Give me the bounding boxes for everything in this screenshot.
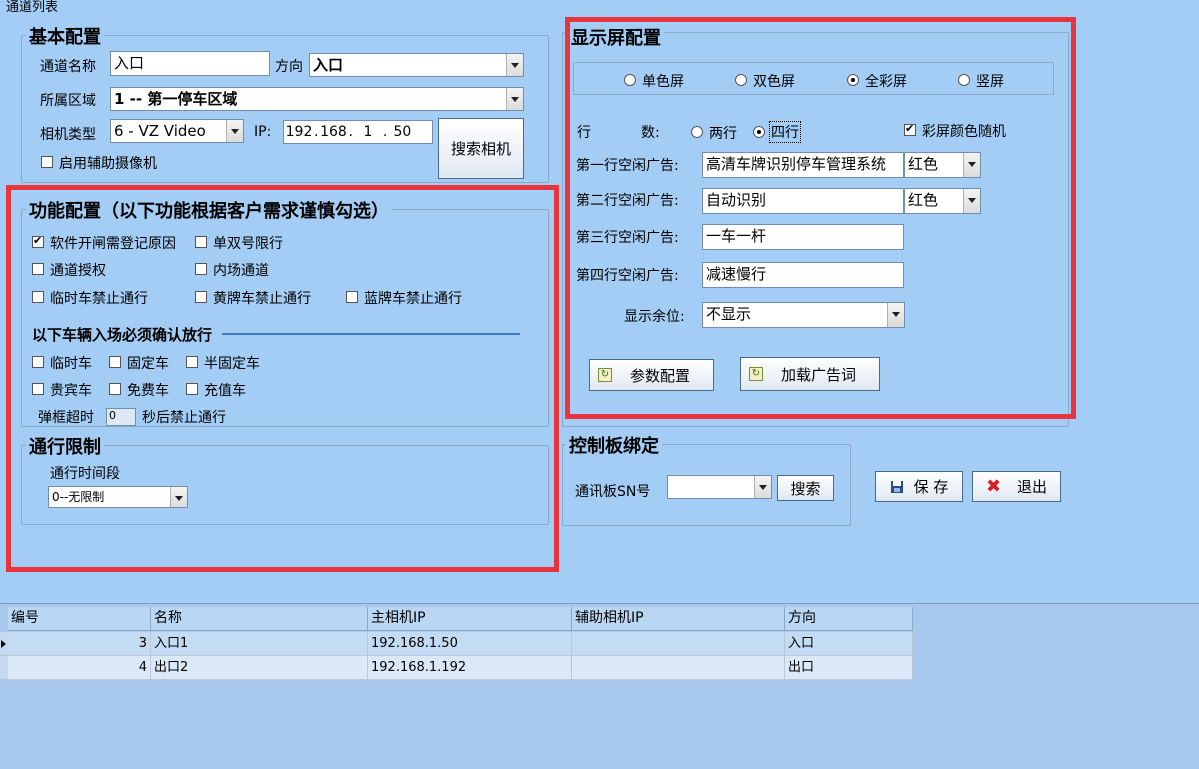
area-select[interactable]: 1 -- 第一停车区域 [110, 87, 524, 111]
save-label: 保 存 [913, 478, 949, 496]
close-icon: ✖ [985, 476, 1002, 497]
aux-camera-checkbox[interactable] [41, 156, 53, 168]
aux-camera-label: 启用辅助摄像机 [59, 156, 157, 172]
sn-label: 通讯板SN号 [575, 484, 651, 500]
channel-name-label: 通道名称 [40, 59, 96, 75]
channel-name-input[interactable]: 入口 [110, 51, 270, 76]
sn-select[interactable] [667, 475, 772, 499]
grid-header-name[interactable]: 名称 [151, 607, 368, 631]
grid-cell-name: 入口1 [151, 632, 368, 656]
basic-config-title: 基本配置 [26, 23, 104, 49]
exit-button[interactable]: ✖ 退出 [972, 471, 1061, 502]
chevron-down-icon[interactable] [506, 88, 523, 110]
area-value: 1 -- 第一停车区域 [114, 90, 238, 108]
window-title: 通道列表 [6, 0, 59, 15]
direction-label: 方向 [275, 59, 303, 75]
direction-select[interactable]: 入口 [309, 53, 524, 77]
grid-cell-main-ip: 192.168.1.50 [368, 632, 572, 656]
camera-type-label: 相机类型 [40, 127, 96, 143]
chevron-down-icon[interactable] [754, 476, 771, 498]
ip-octet[interactable]: 1 [353, 122, 383, 142]
grid-cell-aux-ip [572, 656, 785, 680]
grid-cell-id: 3 [8, 632, 151, 656]
highlight-box-function [6, 185, 559, 572]
control-board-title: 控制板绑定 [566, 432, 662, 458]
area-label: 所属区域 [40, 93, 96, 109]
exit-label: 退出 [1017, 478, 1048, 496]
direction-value: 入口 [313, 56, 344, 74]
ip-octet[interactable]: 168 [318, 122, 348, 142]
grid-header-direction[interactable]: 方向 [785, 607, 913, 631]
ip-label: IP: [254, 124, 272, 140]
grid-header-aux-ip[interactable]: 辅助相机IP [572, 607, 785, 631]
grid-cell-main-ip: 192.168.1.192 [368, 656, 572, 680]
grid-header-id[interactable]: 编号 [8, 607, 151, 631]
sn-search-button[interactable]: 搜索 [777, 475, 834, 501]
highlight-box-display [565, 17, 1076, 419]
grid-cell-direction: 出口 [785, 656, 913, 680]
grid-cell-aux-ip [572, 632, 785, 656]
search-camera-button[interactable]: 搜索相机 [438, 118, 524, 179]
grid-cell-direction: 入口 [785, 632, 913, 656]
camera-type-select[interactable]: 6 - VZ Video [110, 119, 244, 143]
chevron-down-icon[interactable] [506, 54, 523, 76]
ip-address-input[interactable]: 192. 168. 1. 50 [283, 120, 433, 144]
floppy-disk-icon [890, 480, 903, 493]
grid-header-main-ip[interactable]: 主相机IP [368, 607, 572, 631]
ip-octet[interactable]: 192 [284, 122, 314, 142]
grid-cell-name: 出口2 [151, 656, 368, 680]
save-button[interactable]: 保 存 [875, 471, 963, 502]
current-row-icon [1, 640, 6, 648]
ip-octet[interactable]: 50 [387, 122, 417, 142]
chevron-down-icon[interactable] [226, 120, 243, 142]
row-selector[interactable] [0, 656, 8, 680]
camera-type-value: 6 - VZ Video [114, 122, 206, 140]
grid-cell-id: 4 [8, 656, 151, 680]
